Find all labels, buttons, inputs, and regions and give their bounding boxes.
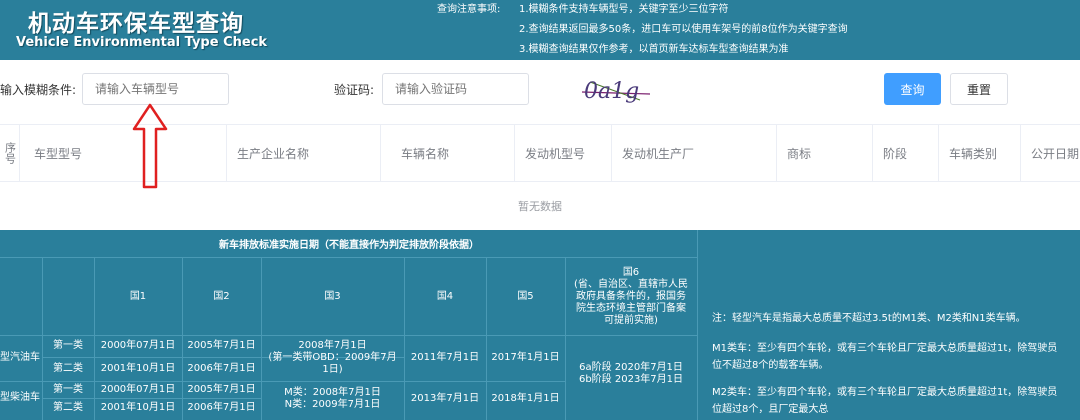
class-label: 第二类 xyxy=(53,363,83,374)
notice-item: 3.模糊查询结果仅作参考，以首页新车达标车型查询结果为准 xyxy=(519,44,789,55)
col-category[interactable]: 车辆类别 xyxy=(939,125,1021,181)
gas-guo3-line: (第一类带OBD：2009年7月 xyxy=(268,352,397,363)
site-subtitle: Vehicle Environmental Type Check xyxy=(16,35,268,50)
gas-c2-guo2: 2006年7月1日 xyxy=(187,363,256,374)
col-model[interactable]: 车型型号 xyxy=(20,125,227,181)
gas-guo5: 2017年1月1日 xyxy=(491,352,560,363)
site-title: 机动车环保车型查询 xyxy=(28,11,244,37)
die-c1-guo1: 2000年07月1日 xyxy=(100,383,176,395)
gas-c2-guo1: 2001年10月1日 xyxy=(100,363,176,374)
col-index[interactable]: 序号 xyxy=(0,125,20,181)
gas-c1-guo1: 2000年07月1日 xyxy=(100,340,176,351)
die-c1-guo2: 2005年7月1日 xyxy=(187,383,256,395)
header-guo6: 国6 (省、自治区、直辖市人民 政府具备条件的，报国务 院生态环境主管部门备案 … xyxy=(565,260,697,333)
col-stage[interactable]: 阶段 xyxy=(873,125,939,181)
die-guo3-line: N类：2009年7月1日 xyxy=(284,399,381,410)
standards-title: 新车排放标准实施日期（不能直接作为判定排放阶段依据） xyxy=(0,230,698,258)
header-guo4: 国4 xyxy=(436,290,454,302)
gas-c1-guo2: 2005年7月1日 xyxy=(187,340,256,351)
die-guo4: 2013年7月1日 xyxy=(410,393,480,404)
note-line: 位超过8个，且厂定最大总 xyxy=(712,404,829,415)
page-header: 机动车环保车型查询 Vehicle Environmental Type Che… xyxy=(0,0,1080,60)
notice-title: 查询注意事项: xyxy=(437,4,501,15)
header-guo6-line: (省、自治区、直辖市人民 xyxy=(574,278,688,290)
captcha-image[interactable]: 0a1g xyxy=(580,74,652,106)
guo6-line: 6a阶段 2020年7月1日 xyxy=(579,362,683,373)
gas-guo4: 2011年7月1日 xyxy=(410,352,480,363)
note-line: M1类车：至少有四个车轮，或有三个车轮且厂定最大总质量超过1t，除驾驶员 xyxy=(712,343,1058,354)
die-guo3-line: M类：2008年7月1日 xyxy=(284,387,381,398)
note-line: 位不超过8个的载客车辆。 xyxy=(712,360,829,371)
guo6-line: 6b阶段 2023年7月1日 xyxy=(578,374,684,385)
reset-button[interactable]: 重置 xyxy=(950,73,1008,105)
row-label-diesel: 型柴油车 xyxy=(0,392,40,403)
die-guo5: 2018年1月1日 xyxy=(491,393,560,404)
gas-guo3-line: 1日) xyxy=(322,364,343,375)
die-guo3: M类：2008年7月1日 N类：2009年7月1日 xyxy=(261,381,404,417)
vehicle-model-input[interactable] xyxy=(82,73,229,105)
guo6-dates: 6a阶段 2020年7月1日 6b阶段 2023年7月1日 xyxy=(565,335,697,420)
class-label: 第一类 xyxy=(53,383,83,395)
die-c2-guo1: 2001年10月1日 xyxy=(100,401,176,413)
col-brand[interactable]: 商标 xyxy=(777,125,873,181)
header-guo1: 国1 xyxy=(129,290,147,302)
notice-item: 1.模糊条件支持车辆型号，关键字至少三位字符 xyxy=(519,4,729,15)
captcha-input[interactable] xyxy=(382,73,529,105)
header-guo6-line: 国6 xyxy=(622,266,640,278)
note-line: M2类车：至少有四个车轮，或有三个车轮且厂定最大总质量超过1t，除驾驶员 xyxy=(712,387,1058,398)
notice-item: 2.查询结果返回最多50条，进口车可以使用车架号的前8位作为关键字查询 xyxy=(519,24,848,35)
class-label: 第二类 xyxy=(53,401,83,413)
header-guo6-line: 可提前实施) xyxy=(604,314,658,326)
col-publish-date[interactable]: 公开日期 xyxy=(1021,125,1080,181)
captcha-text: 0a1g xyxy=(584,79,639,104)
gas-guo3: 2008年7月1日 (第一类带OBD：2009年7月 1日) xyxy=(261,335,404,381)
header-guo6-line: 政府具备条件的，报国务 xyxy=(576,290,686,302)
die-c2-guo2: 2006年7月1日 xyxy=(187,401,256,413)
query-button[interactable]: 查询 xyxy=(884,73,941,105)
col-engine-maker[interactable]: 发动机生产厂 xyxy=(612,125,777,181)
empty-state: 暂无数据 xyxy=(518,200,562,213)
header-guo3: 国3 xyxy=(324,290,341,302)
arrow-up-icon xyxy=(132,103,168,189)
class-label: 第一类 xyxy=(53,340,83,351)
row-label-gasoline: 型汽油车 xyxy=(0,352,40,363)
captcha-label: 验证码: xyxy=(334,83,375,97)
gas-guo3-line: 2008年7月1日 xyxy=(298,340,367,351)
header-guo2: 国2 xyxy=(213,290,230,302)
header-guo5: 国5 xyxy=(517,290,534,302)
note-line: 注：轻型汽车是指最大总质量不超过3.5t的M1类、M2类和N1类车辆。 xyxy=(712,313,1026,324)
col-engine-model[interactable]: 发动机型号 xyxy=(515,125,612,181)
header-guo6-line: 院生态环境主管部门备案 xyxy=(576,302,686,314)
col-vehicle-name[interactable]: 车辆名称 xyxy=(381,125,515,181)
search-label: 输入模糊条件: xyxy=(0,83,77,97)
col-manufacturer[interactable]: 生产企业名称 xyxy=(227,125,381,181)
col-index-label: 序号 xyxy=(3,142,17,164)
